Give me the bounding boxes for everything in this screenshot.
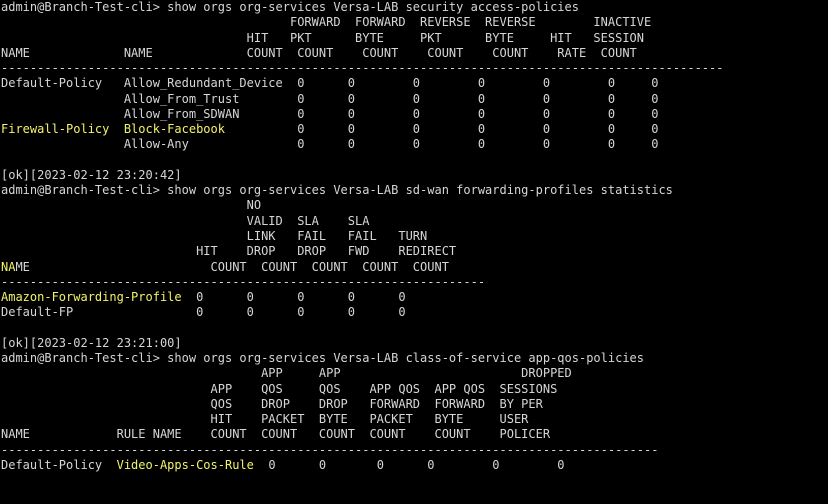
terminal-text: admin@Branch-Test-cli> show orgs org-ser… [1,183,673,198]
highlighted-text: Firewall-Policy Block-Facebook [1,122,225,137]
terminal-line: admin@Branch-Test-cli> show orgs org-ser… [0,0,828,15]
terminal-line: NAME NAME COUNT COUNT COUNT COUNT COUNT … [0,46,828,61]
terminal-line: APP APP DROPPED [0,366,828,381]
terminal-line: ----------------------------------------… [0,61,828,76]
terminal-line: Allow-Any 0 0 0 0 0 0 0 [0,137,828,152]
terminal-text: Allow_From_SDWAN 0 0 0 0 0 0 0 [1,106,659,121]
terminal-line: Default-FP 0 0 0 0 0 [0,305,828,320]
terminal-line: HIT PACKET BYTE PACKET BYTE USER [0,412,828,427]
terminal-text: NAME NAME COUNT COUNT COUNT COUNT COUNT … [1,45,637,60]
terminal-line: admin@Branch-Test-cli> show orgs org-ser… [0,351,828,366]
terminal-line: admin@Branch-Test-cli> show orgs org-ser… [0,183,828,198]
terminal-text: 0 0 0 0 0 [181,290,406,305]
terminal-line: HIT DROP DROP FWD REDIRECT [0,244,828,259]
terminal-text: admin@Branch-Test-cli> show orgs org-ser… [1,351,644,366]
terminal-line: Allow_From_SDWAN 0 0 0 0 0 0 0 [0,107,828,122]
terminal-line: NAME COUNT COUNT COUNT COUNT COUNT [0,260,828,275]
terminal-window[interactable]: admin@Branch-Test-cli> show orgs org-ser… [0,0,828,504]
highlighted-text: NA [1,259,16,274]
terminal-line: QOS DROP DROP FORWARD FORWARD BY PER [0,397,828,412]
terminal-text: Default-FP 0 0 0 0 0 [1,305,406,320]
terminal-line: NO [0,198,828,213]
terminal-text: ----------------------------------------… [1,442,659,457]
terminal-text: 0 0 0 0 0 0 0 [224,122,659,137]
terminal-line: LINK FAIL FAIL TURN [0,229,828,244]
terminal-text: ----------------------------------------… [1,274,486,289]
terminal-line: Firewall-Policy Block-Facebook 0 0 0 0 0… [0,122,828,137]
terminal-line: VALID SLA SLA [0,214,828,229]
terminal-line: ----------------------------------------… [0,275,828,290]
terminal-text: HIT PKT BYTE PKT BYTE HIT SESSION [1,30,644,45]
terminal-line: [ok][2023-02-12 23:21:00] [0,336,828,351]
terminal-line: NAME RULE NAME COUNT COUNT COUNT COUNT C… [0,427,828,442]
terminal-text: Allow-Any 0 0 0 0 0 0 0 [1,137,659,152]
terminal-text: APP APP DROPPED [1,366,572,381]
terminal-line: Allow_From_Trust 0 0 0 0 0 0 0 [0,92,828,107]
terminal-text: 0 0 0 0 0 0 [253,457,565,472]
terminal-line: ----------------------------------------… [0,443,828,458]
terminal-text: QOS DROP DROP FORWARD FORWARD BY PER [1,396,543,411]
terminal-text: VALID SLA SLA [1,213,370,228]
terminal-text: HIT DROP DROP FWD REDIRECT [1,244,457,259]
terminal-line: APP QOS QOS APP QOS APP QOS SESSIONS [0,382,828,397]
terminal-text: ----------------------------------------… [1,61,724,76]
terminal-text: FORWARD FORWARD REVERSE REVERSE INACTIVE [1,15,652,30]
terminal-line: FORWARD FORWARD REVERSE REVERSE INACTIVE [0,15,828,30]
terminal-text: ME COUNT COUNT COUNT COUNT COUNT [15,259,449,274]
highlighted-text: Amazon-Forwarding-Profile [1,290,182,305]
terminal-text: [ok][2023-02-12 23:20:42] [1,167,182,182]
terminal-text: admin@Branch-Test-cli> show orgs org-ser… [1,0,579,14]
terminal-text: LINK FAIL FAIL TURN [1,228,428,243]
terminal-text: APP QOS QOS APP QOS APP QOS SESSIONS [1,381,558,396]
terminal-line: Default-Policy Allow_Redundant_Device 0 … [0,76,828,91]
terminal-text: NAME RULE NAME COUNT COUNT COUNT COUNT C… [1,427,551,442]
terminal-text: Default-Policy Allow_Redundant_Device 0 … [1,76,659,91]
terminal-line: Default-Policy Video-Apps-Cos-Rule 0 0 0… [0,458,828,473]
terminal-text: NO [1,198,262,213]
terminal-text: Default-Policy [1,457,117,472]
terminal-text: HIT PACKET BYTE PACKET BYTE USER [1,412,529,427]
terminal-line: HIT PKT BYTE PKT BYTE HIT SESSION [0,31,828,46]
terminal-line: [ok][2023-02-12 23:20:42] [0,168,828,183]
terminal-line: Amazon-Forwarding-Profile 0 0 0 0 0 [0,290,828,305]
terminal-text: Allow_From_Trust 0 0 0 0 0 0 0 [1,91,659,106]
terminal-text: [ok][2023-02-12 23:21:00] [1,335,182,350]
highlighted-text: Video-Apps-Cos-Rule [116,457,254,472]
